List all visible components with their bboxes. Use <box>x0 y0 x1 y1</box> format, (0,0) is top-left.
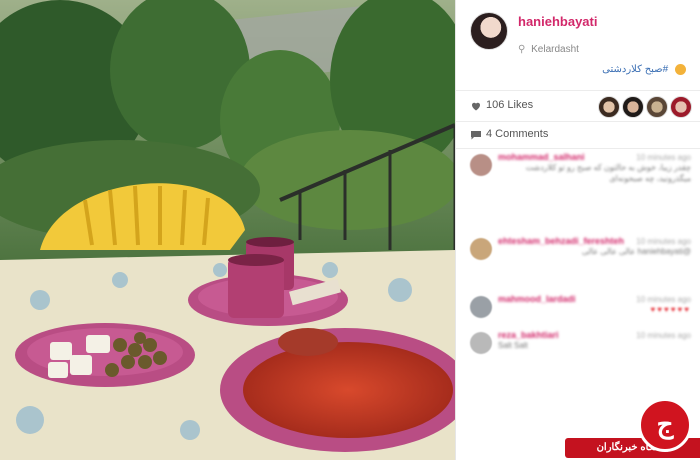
username-link[interactable]: haniehbayati <box>518 14 597 29</box>
speech-bubble-icon <box>471 131 481 140</box>
comment-time: 10 minutes ago <box>636 237 691 246</box>
comment-item: reza_bakhtiari 10 minutes ago Salt Salt <box>456 326 700 362</box>
liker-avatar[interactable] <box>598 96 620 118</box>
commenter-avatar[interactable] <box>470 332 492 354</box>
comment-item: mohammad_salhani 10 minutes ago چقدر زیب… <box>456 148 700 232</box>
post-header: haniehbayati ⚲ Kelardasht #صبح کلاردشتی <box>456 0 700 91</box>
comment-time: 10 minutes ago <box>636 295 691 304</box>
commenter-avatar[interactable] <box>470 296 492 318</box>
comments-count[interactable]: 4 Comments <box>486 128 548 140</box>
likes-row: 106 Likes <box>456 91 700 122</box>
comment-item: mahmood_lardadi 10 minutes ago ♥♥♥♥♥♥ <box>456 290 700 326</box>
comment-text: @haniehbayati عالی عالی عالی <box>581 247 691 256</box>
comment-time: 10 minutes ago <box>636 331 691 340</box>
commenter-avatar[interactable] <box>470 154 492 176</box>
heart-icon[interactable] <box>470 100 482 112</box>
heart-emoji-icon: ♥♥♥♥♥♥ <box>650 305 691 314</box>
comment-text: Salt Salt <box>498 341 528 350</box>
post-photo[interactable] <box>0 0 455 460</box>
smile-emoji-icon <box>675 64 686 75</box>
caption-hashtag[interactable]: #صبح کلاردشتی <box>602 64 668 75</box>
liker-avatar[interactable] <box>646 96 668 118</box>
watermark-badge-icon: ج <box>638 398 692 452</box>
watermark-logo: باشگاه خبرنگاران ج <box>560 396 700 460</box>
comment-time: 10 minutes ago <box>636 153 691 162</box>
commenter-avatar[interactable] <box>470 238 492 260</box>
comment-item: ehtesham_behzadi_fereshteh 10 minutes ag… <box>456 232 700 290</box>
comments-row: 4 Comments <box>456 122 700 149</box>
liker-avatar[interactable] <box>670 96 692 118</box>
breakfast-photo-illustration <box>0 0 455 460</box>
post-side-panel: haniehbayati ⚲ Kelardasht #صبح کلاردشتی … <box>455 0 700 460</box>
comment-text: چقدر زیبا، خوش به حالتون که صبح رو تو کل… <box>525 163 691 183</box>
avatar[interactable] <box>470 12 508 50</box>
post-caption: #صبح کلاردشتی <box>602 64 686 75</box>
likes-count[interactable]: 106 Likes <box>486 99 533 111</box>
location-label: Kelardasht <box>531 44 579 55</box>
comment-text: ♥♥♥♥♥♥ <box>498 304 691 315</box>
liker-avatar[interactable] <box>622 96 644 118</box>
location[interactable]: ⚲ Kelardasht <box>518 44 579 55</box>
location-pin-icon: ⚲ <box>518 44 526 55</box>
